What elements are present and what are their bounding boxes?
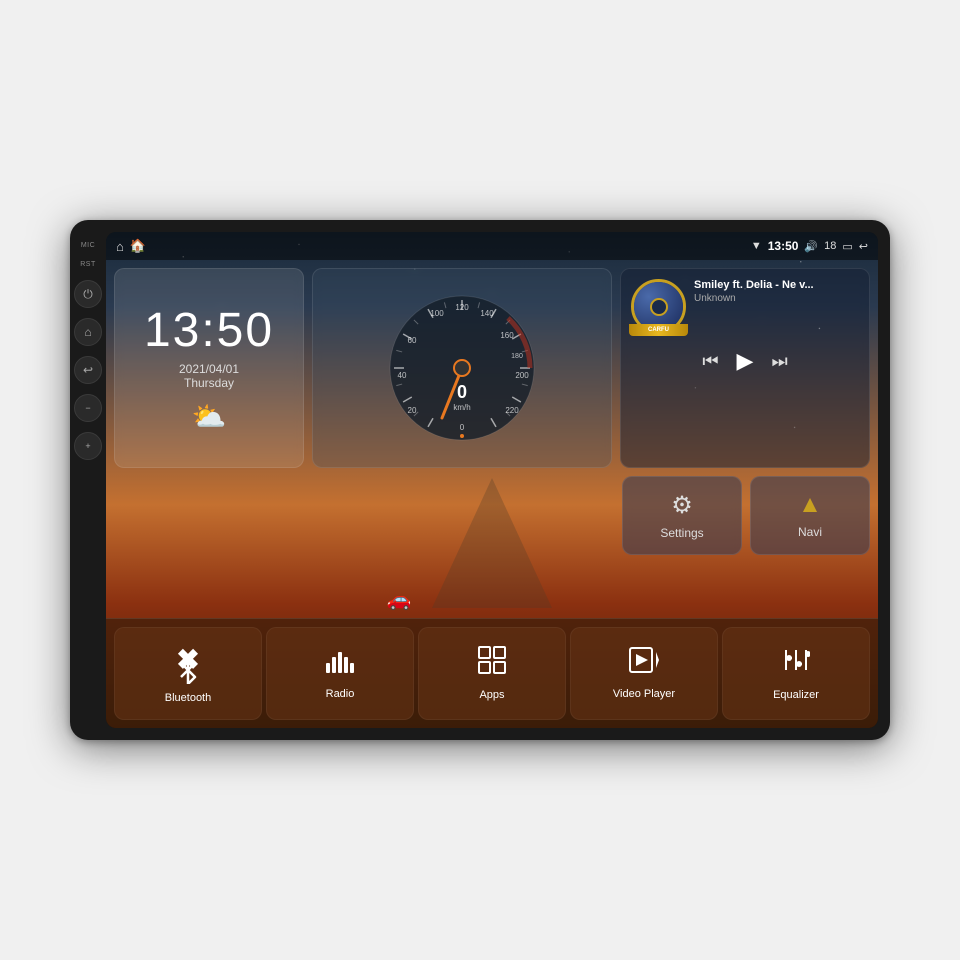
radio-label: Radio [326,688,355,700]
eq-svg [782,646,810,674]
settings-label: Settings [660,526,703,540]
video-label: Video Player [613,688,675,700]
svg-text:60: 60 [408,336,417,345]
album-art: CARFU [631,279,686,334]
next-button[interactable]: ⏭ [771,351,787,372]
power-button[interactable]: ⏻ [74,280,102,308]
music-artist: Unknown [694,293,859,304]
video-player-button[interactable]: Video Player [570,627,718,720]
status-bar: ⌂ 🏠 ▼ 13:50 🔊 18 ▭ ↩ [106,232,878,260]
svg-text:220: 220 [505,406,519,415]
status-volume-icon: 🔊 [804,240,818,253]
clock-day: Thursday [184,376,234,390]
settings-icon: ⚙ [671,491,693,520]
equalizer-button[interactable]: Equalizer [722,627,870,720]
back-side-button[interactable]: ↩ [74,356,102,384]
music-top: CARFU Smiley ft. Delia - Ne v... Unknown [631,279,859,334]
svg-text:180: 180 [511,353,523,360]
navi-icon: ▲ [798,491,822,519]
apps-label: Apps [479,689,504,701]
speedometer-svg: 60 40 20 0 220 200 100 120 140 160 180 [382,288,542,448]
music-title: Smiley ft. Delia - Ne v... [694,279,859,291]
status-volume-level: 18 [824,240,836,252]
home-side-button[interactable]: ⌂ [74,318,102,346]
svg-text:100: 100 [430,309,444,318]
bluetooth-label: Bluetooth [165,692,211,704]
bluetooth-svg [174,656,202,684]
mic-label: MIC [81,242,95,249]
status-back-icon[interactable]: ↩ [859,240,868,253]
svg-text:120: 120 [455,303,469,312]
navi-label: Navi [798,525,822,539]
bluetooth-button[interactable]: ✖ Bluetooth [114,627,262,720]
radio-icon [325,647,355,680]
status-battery-icon: ▭ [842,240,852,253]
equalizer-label: Equalizer [773,689,819,701]
video-icon [629,647,659,680]
svg-text:20: 20 [408,406,417,415]
status-left: ⌂ 🏠 [116,238,146,254]
clock-widget: 13:50 2021/04/01 Thursday ⛅ [114,268,304,468]
side-controls: MIC RST ⏻ ⌂ ↩ − + [70,232,106,728]
play-button[interactable]: ▶ [737,348,754,374]
car-head-unit: MIC RST ⏻ ⌂ ↩ − + ⌂ 🏠 ▼ 13:50 🔊 18 ▭ [70,220,890,740]
svg-text:0: 0 [460,423,465,432]
screen-display: ⌂ 🏠 ▼ 13:50 🔊 18 ▭ ↩ 13:50 [106,232,878,728]
prev-button[interactable]: ⏮ [702,351,718,372]
status-time: 13:50 [768,239,799,253]
main-content: 13:50 2021/04/01 Thursday ⛅ [106,260,878,618]
status-home-icon[interactable]: ⌂ [116,239,124,254]
clock-display: 13:50 [144,303,274,358]
weather-icon: ⛅ [192,400,227,433]
vol-down-button[interactable]: − [74,394,102,422]
apps-button[interactable]: Apps [418,627,566,720]
bottom-bar: ✖ Bluetooth [106,618,878,728]
music-widget: CARFU Smiley ft. Delia - Ne v... Unknown… [620,268,870,468]
top-widgets: 13:50 2021/04/01 Thursday ⛅ [114,268,870,468]
svg-text:km/h: km/h [453,403,470,412]
equalizer-icon [782,646,810,681]
music-controls: ⏮ ▶ ⏭ [631,348,859,374]
status-wifi-icon: ▼ [751,240,762,252]
album-art-inner [650,298,668,316]
screen: ⌂ 🏠 ▼ 13:50 🔊 18 ▭ ↩ 13:50 [106,232,878,728]
apps-svg [478,646,506,674]
navi-button[interactable]: ▲ Navi [750,476,870,555]
quick-buttons-row: ⚙ Settings ▲ Navi [114,476,870,555]
rst-label: RST [80,261,96,268]
status-right: ▼ 13:50 🔊 18 ▭ ↩ [751,239,868,253]
vol-up-button[interactable]: + [74,432,102,460]
clock-date: 2021/04/01 [179,362,239,376]
speedometer-widget: 60 40 20 0 220 200 100 120 140 160 180 [312,268,612,468]
music-info: Smiley ft. Delia - Ne v... Unknown [694,279,859,304]
settings-button[interactable]: ⚙ Settings [622,476,742,555]
svg-text:200: 200 [515,371,529,380]
apps-icon [478,646,506,681]
svg-text:0: 0 [457,382,467,402]
svg-text:40: 40 [398,371,407,380]
radio-bars-svg [325,647,355,673]
svg-text:140: 140 [480,309,494,318]
radio-button[interactable]: Radio [266,627,414,720]
video-svg [629,647,659,673]
status-map-icon: 🏠 [130,238,146,254]
svg-text:160: 160 [500,331,514,340]
